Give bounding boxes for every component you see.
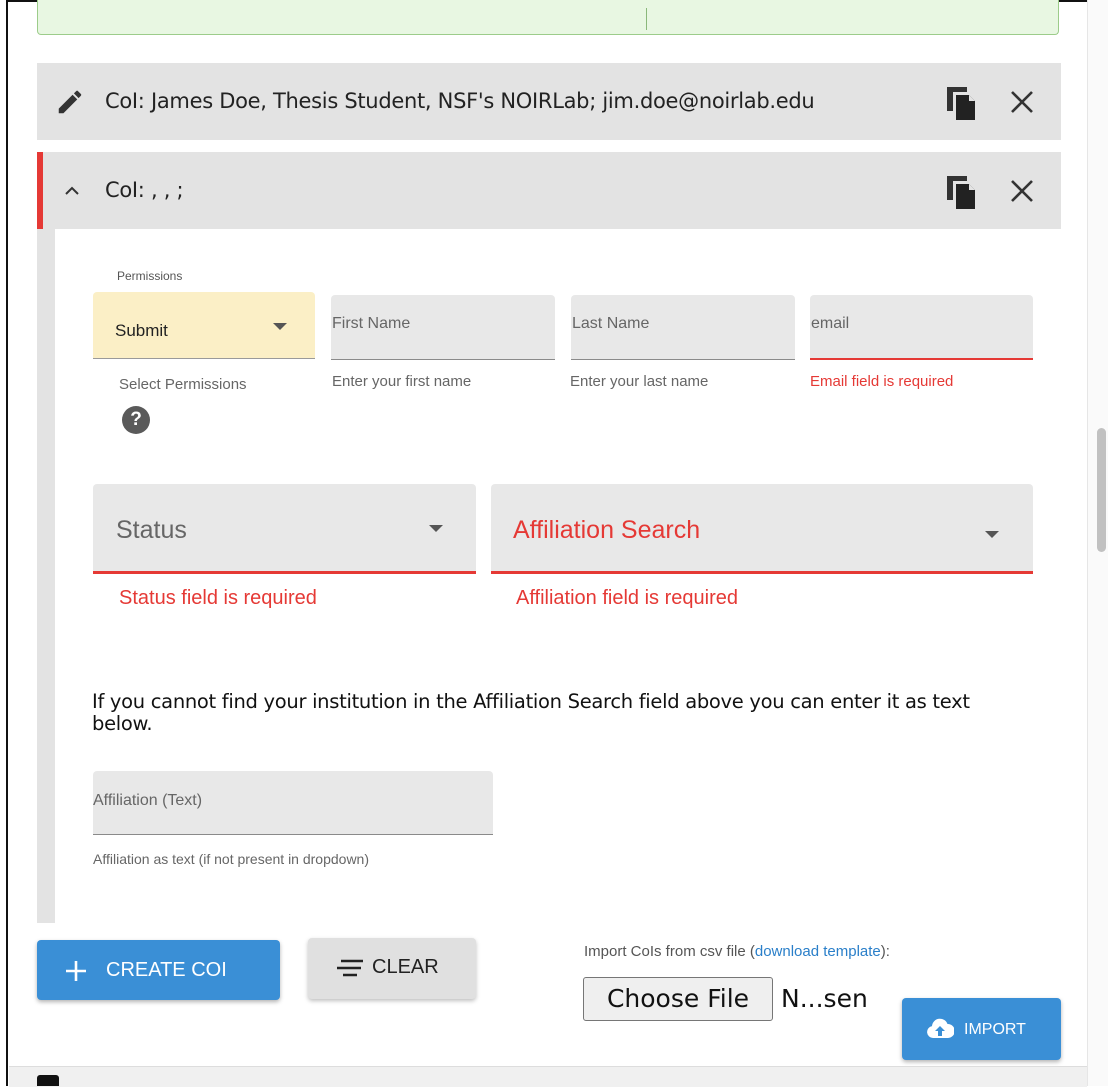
permissions-label: Permissions bbox=[117, 269, 183, 283]
close-icon[interactable] bbox=[1007, 176, 1037, 206]
create-coi-button[interactable]: CREATE COI bbox=[37, 940, 280, 1000]
import-caption-suffix: ): bbox=[880, 943, 890, 960]
chevron-down-icon bbox=[273, 323, 287, 330]
email-label: email bbox=[811, 315, 850, 332]
clear-button[interactable]: CLEAR bbox=[308, 938, 476, 999]
chevron-down-icon bbox=[429, 525, 443, 532]
status-label: Status bbox=[116, 516, 187, 544]
next-section-edge bbox=[9, 1066, 1087, 1087]
first-name-label: First Name bbox=[332, 315, 411, 332]
create-coi-label: CREATE COI bbox=[106, 959, 227, 981]
import-caption: Import CoIs from csv file (download temp… bbox=[584, 943, 890, 960]
pencil-icon bbox=[58, 90, 82, 114]
clear-label: CLEAR bbox=[372, 956, 439, 978]
last-name-hint: Enter your last name bbox=[570, 373, 709, 390]
last-name-field[interactable]: Last Name bbox=[571, 295, 795, 360]
permissions-hint: Select Permissions bbox=[119, 376, 247, 393]
first-name-hint: Enter your first name bbox=[332, 373, 472, 390]
copy-icon[interactable] bbox=[945, 85, 977, 121]
help-question-icon[interactable]: ? bbox=[122, 406, 150, 434]
cloud-upload-icon bbox=[927, 1018, 954, 1038]
scrollbar-thumb[interactable] bbox=[1097, 428, 1106, 552]
affiliation-search-select[interactable]: Affiliation Search bbox=[491, 484, 1033, 574]
choose-file-button[interactable]: Choose File bbox=[583, 977, 773, 1021]
copy-icon[interactable] bbox=[945, 174, 977, 210]
affiliation-search-label: Affiliation Search bbox=[513, 516, 701, 544]
affiliation-text-label: Affiliation (Text) bbox=[93, 792, 203, 809]
chevron-up-icon[interactable] bbox=[64, 184, 80, 196]
permissions-value: Submit bbox=[115, 321, 168, 340]
affiliation-text-hint: Affiliation as text (if not present in d… bbox=[93, 851, 370, 867]
affiliation-search-error: Affiliation field is required bbox=[516, 587, 738, 609]
permissions-select[interactable]: Submit bbox=[93, 292, 315, 359]
import-label: IMPORT bbox=[964, 1021, 1026, 1038]
import-caption-prefix: Import CoIs from csv file ( bbox=[584, 943, 755, 960]
next-section-glyph bbox=[37, 1075, 59, 1086]
email-error: Email field is required bbox=[810, 373, 954, 390]
affiliation-info-text: If you cannot find your institution in t… bbox=[92, 690, 970, 735]
viewport-left-edge bbox=[0, 0, 8, 1086]
coi-panel-title: CoI: James Doe, Thesis Student, NSF's NO… bbox=[105, 89, 815, 113]
chevron-down-icon bbox=[985, 531, 999, 538]
coi-panel-title: CoI: , , ; bbox=[105, 178, 184, 202]
affiliation-text-field[interactable]: Affiliation (Text) bbox=[93, 771, 493, 835]
file-status-text: N...sen bbox=[781, 984, 868, 1013]
close-icon[interactable] bbox=[1007, 87, 1037, 117]
download-template-link[interactable]: download template bbox=[755, 943, 881, 960]
coi-panel-empty[interactable]: CoI: , , ; bbox=[37, 152, 1061, 229]
last-name-label: Last Name bbox=[572, 315, 650, 332]
email-field[interactable]: email bbox=[810, 295, 1033, 360]
status-error: Status field is required bbox=[119, 587, 317, 609]
coi-panel-james-doe[interactable]: CoI: James Doe, Thesis Student, NSF's NO… bbox=[37, 63, 1061, 140]
first-name-field[interactable]: First Name bbox=[331, 295, 555, 360]
status-select[interactable]: Status bbox=[93, 484, 476, 574]
plus-icon bbox=[66, 961, 86, 981]
success-alert-bottom bbox=[37, 0, 1059, 35]
clear-lines-icon bbox=[337, 959, 363, 977]
import-button[interactable]: IMPORT bbox=[902, 998, 1061, 1060]
